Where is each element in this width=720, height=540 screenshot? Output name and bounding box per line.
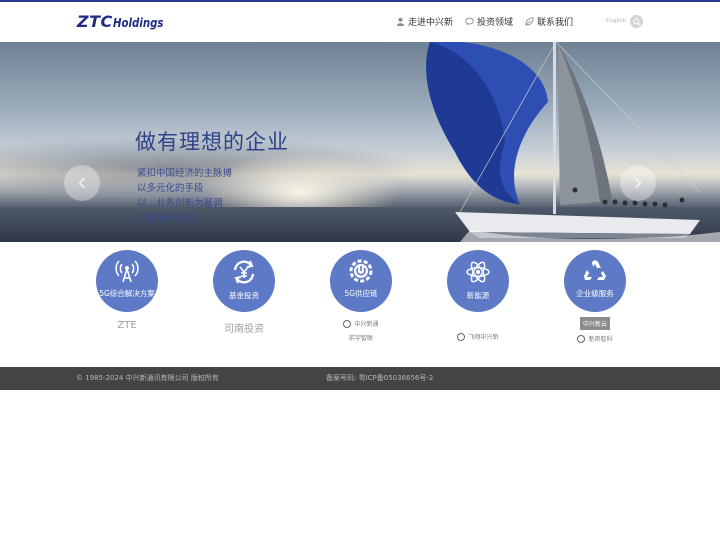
service-subtitle[interactable]: 司南投资 [224, 320, 264, 335]
service-circle[interactable]: 5G综合解决方案 [96, 250, 158, 312]
site-header: ZTC Holdings 走进中兴新 投资领域 联系我们 English [0, 2, 720, 42]
main-nav: 走进中兴新 投资领域 联系我们 [396, 15, 585, 28]
power-gear-icon [349, 259, 373, 283]
leaf-icon [525, 17, 534, 26]
service-caption: 5G综合解决方案 [99, 289, 155, 298]
service-fund-investment: 基金投资 司南投资 [212, 250, 276, 335]
partner-logo-text: 新奇智科 [588, 336, 613, 343]
banner-line: 以多元化的手段 [137, 183, 204, 194]
person-icon [396, 17, 405, 26]
service-5g-solutions: 5G综合解决方案 ZTE [95, 250, 159, 331]
partner-logo[interactable]: 飞翔中兴新 [457, 332, 499, 341]
slide-next-button[interactable] [620, 165, 656, 201]
service-circle[interactable]: 5G供应链 [330, 250, 392, 312]
service-circle[interactable]: 企业级服务 [564, 250, 626, 312]
partner-logo[interactable]: 前宇智联 [349, 333, 373, 342]
banner-title: 做有理想的企业 [135, 130, 289, 154]
service-caption: 基金投资 [229, 291, 259, 300]
currency-cycle-icon [233, 260, 255, 284]
nav-item-about[interactable]: 走进中兴新 [396, 15, 453, 28]
service-subtitle[interactable]: ZTE [117, 320, 136, 331]
service-caption: 新能源 [466, 291, 490, 300]
language-switch[interactable]: English [606, 17, 626, 24]
antenna-tower-icon [115, 260, 139, 283]
footer-icp-link[interactable]: 备案号码: 粤ICP备05036656号-2 [326, 373, 433, 383]
service-enterprise: 企业级服务 中兴新云 新奇智科 [563, 250, 627, 343]
service-caption: 5G供应链 [344, 289, 378, 298]
atom-icon [466, 261, 490, 283]
sailboat-image [426, 42, 720, 242]
search-button[interactable] [630, 15, 643, 28]
service-circle[interactable]: 基金投资 [213, 250, 275, 312]
partner-logo-mark [457, 332, 466, 341]
chevron-right-icon [635, 177, 642, 189]
service-new-energy: 新能源 飞翔中兴新 [446, 250, 510, 341]
partner-logo-mark [577, 334, 586, 343]
chevron-left-icon [78, 177, 85, 189]
partner-logo[interactable]: 中兴新云 [579, 317, 610, 330]
logo-main: ZTC [77, 12, 113, 31]
search-icon [632, 17, 641, 26]
partner-logo[interactable]: 新奇智科 [577, 334, 613, 343]
service-5g-supply-chain: 5G供应链 中兴新通 前宇智联 [329, 250, 393, 342]
partner-logo-text: 前宇智联 [348, 335, 373, 342]
nav-item-contact[interactable]: 联系我们 [525, 15, 573, 28]
brand-logo[interactable]: ZTC Holdings [77, 12, 172, 32]
banner-line: 以…业务创新为基调 [137, 198, 223, 209]
service-circle[interactable]: 新能源 [447, 250, 509, 312]
business-areas: 5G综合解决方案 ZTE 基金投资 司南投资 5G供应链 中兴新通 前宇智联 新… [0, 250, 720, 360]
banner-line: 紧扣中国经济的主脉搏 [137, 168, 233, 179]
service-caption: 企业级服务 [576, 289, 614, 298]
nav-item-label: 投资领域 [477, 18, 514, 28]
nav-item-investment[interactable]: 投资领域 [465, 15, 513, 28]
hero-banner: 做有理想的企业 紧扣中国经济的主脉搏 以多元化的手段 以…业务创新为基调 打造创… [0, 42, 720, 242]
partner-logo[interactable]: 中兴新通 [343, 319, 379, 328]
site-footer: © 1985-2024 中兴新通讯有限公司 版权所有 备案号码: 粤ICP备05… [0, 367, 720, 390]
slide-prev-button[interactable] [64, 165, 100, 201]
chat-bubble-icon [465, 17, 474, 26]
nav-item-label: 联系我们 [537, 18, 574, 28]
banner-line: 打造创新投资… [137, 213, 204, 224]
partner-logo-text: 飞翔中兴新 [468, 334, 499, 341]
recycle-icon [584, 260, 606, 280]
footer-copyright: © 1985-2024 中兴新通讯有限公司 版权所有 [76, 374, 219, 382]
partner-logo-mark [343, 319, 352, 328]
partner-logo-text: 中兴新云 [582, 321, 607, 328]
nav-item-label: 走进中兴新 [408, 18, 454, 28]
logo-suffix: Holdings [112, 16, 164, 30]
partner-logo-text: 中兴新通 [354, 321, 379, 328]
